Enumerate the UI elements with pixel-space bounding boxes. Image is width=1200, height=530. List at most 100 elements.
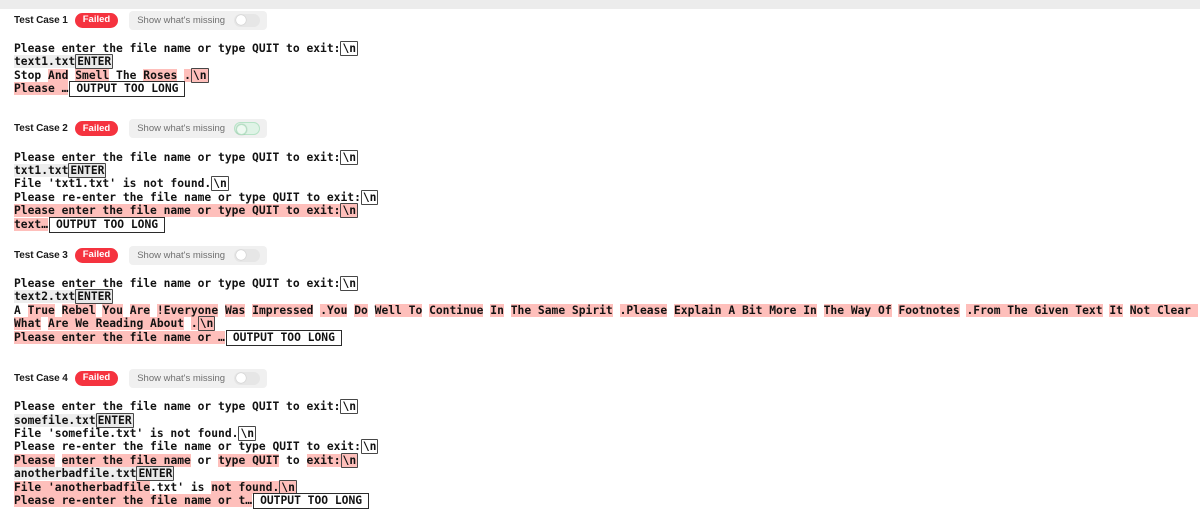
status-badge: Failed bbox=[74, 247, 119, 263]
missing-text-highlight: Please bbox=[14, 82, 62, 96]
missing-text-highlight: .Please bbox=[619, 303, 668, 317]
show-whats-missing-control[interactable]: Show what's missing bbox=[129, 119, 268, 139]
console-line: Please enter the file name or … OUTPUT TO… bbox=[14, 329, 1200, 346]
newline-token: \n bbox=[211, 176, 229, 192]
toggle-knob bbox=[235, 250, 246, 261]
enter-key-badge: ENTER bbox=[95, 412, 134, 428]
missing-text-highlight: In bbox=[490, 303, 504, 317]
missing-text-highlight: Smell bbox=[75, 68, 110, 82]
missing-text-highlight: . bbox=[190, 317, 198, 331]
show-whats-missing-toggle[interactable] bbox=[234, 122, 261, 136]
missing-text-highlight: Please re-enter the file name or t bbox=[14, 493, 246, 507]
console-text: or bbox=[190, 453, 219, 467]
test-case-title: Test Case 2 bbox=[14, 123, 68, 135]
enter-key-badge: ENTER bbox=[68, 163, 107, 179]
console-line: Please … OUTPUT TOO LONG bbox=[14, 81, 1200, 98]
missing-text-highlight: … bbox=[61, 82, 69, 96]
console-text: Please enter the file name or type QUIT … bbox=[14, 400, 341, 414]
test-case-block: Test Case 3 Failed Show what's missing Plea… bbox=[0, 244, 1200, 367]
missing-text-highlight: It bbox=[1109, 303, 1123, 317]
missing-text-highlight: File 'anotherbadfile bbox=[14, 480, 151, 494]
missing-text-highlight: … bbox=[218, 330, 225, 344]
test-case-list: Test Case 1 Failed Show what's missing Plea… bbox=[0, 9, 1200, 530]
missing-text-highlight: Roses bbox=[143, 68, 178, 82]
missing-text-highlight: enter the file name bbox=[61, 453, 191, 467]
show-whats-missing-label: Show what's missing bbox=[137, 123, 226, 135]
newline-token: \n bbox=[340, 149, 359, 165]
console-line: Please enter the file name or type QUIT … bbox=[14, 452, 1200, 468]
status-badge: Failed bbox=[74, 370, 119, 386]
missing-text-highlight: You bbox=[102, 303, 123, 317]
missing-text-highlight: Are We Reading About bbox=[48, 317, 185, 331]
top-band bbox=[0, 0, 1200, 9]
missing-text-highlight: exit: bbox=[306, 453, 341, 467]
user-input-echo: text2.txt bbox=[14, 290, 76, 304]
missing-text-highlight: Rebel bbox=[61, 303, 96, 317]
newline-token-missing: \n bbox=[340, 452, 359, 468]
missing-text-highlight: !Everyone bbox=[156, 303, 219, 317]
show-whats-missing-label: Show what's missing bbox=[137, 14, 226, 26]
show-whats-missing-control[interactable]: Show what's missing bbox=[129, 368, 268, 388]
missing-text-highlight: not found. bbox=[211, 480, 280, 494]
test-case-title: Test Case 1 bbox=[14, 14, 68, 26]
console-line: Please re-enter the file name or type QU… bbox=[14, 189, 1200, 205]
enter-key-badge: ENTER bbox=[75, 289, 114, 305]
missing-text-highlight: True bbox=[27, 303, 55, 317]
console-line: Please re-enter the file name or t… OUTPU… bbox=[14, 492, 1200, 509]
user-input-echo: anotherbadfile.txt bbox=[14, 467, 137, 481]
enter-key-badge: ENTER bbox=[75, 54, 114, 70]
show-whats-missing-control[interactable]: Show what's missing bbox=[129, 10, 268, 30]
toggle-knob bbox=[235, 15, 246, 25]
show-whats-missing-toggle[interactable] bbox=[234, 371, 261, 385]
newline-token: \n bbox=[340, 399, 359, 415]
console-line: text2.txt ENTER bbox=[14, 289, 1200, 305]
missing-text-highlight: text bbox=[14, 217, 42, 231]
newline-token-missing: \n bbox=[190, 67, 209, 83]
console-text: Please enter the file name or type QUIT … bbox=[14, 277, 341, 291]
console-text: Please re-enter the file name or type QU… bbox=[14, 440, 361, 454]
test-case-title: Test Case 4 bbox=[14, 372, 68, 384]
newline-token: \n bbox=[360, 189, 379, 205]
show-whats-missing-control[interactable]: Show what's missing bbox=[129, 245, 268, 265]
console-text: .txt' is bbox=[150, 480, 212, 494]
show-whats-missing-label: Show what's missing bbox=[137, 249, 226, 261]
case-spacer bbox=[0, 231, 1200, 244]
console-text: The bbox=[109, 68, 144, 82]
missing-text-highlight: Please bbox=[14, 453, 55, 467]
output-too-long-badge: OUTPUT TOO LONG bbox=[49, 216, 166, 233]
newline-token-missing: \n bbox=[197, 316, 216, 332]
console-line: somefile.txt ENTER bbox=[14, 412, 1200, 428]
missing-text-highlight: Are bbox=[129, 303, 151, 317]
missing-text-highlight: … bbox=[245, 493, 253, 507]
missing-text-highlight: And bbox=[48, 68, 69, 82]
console-text: A bbox=[14, 303, 28, 317]
test-case-header: Test Case 3 Failed Show what's missing bbox=[0, 244, 1200, 266]
console-line: Please enter the file name or type QUIT … bbox=[14, 399, 1200, 415]
show-whats-missing-toggle[interactable] bbox=[234, 13, 261, 27]
newline-token: \n bbox=[340, 276, 359, 292]
console-line: text1.txt ENTER bbox=[14, 54, 1200, 70]
console-output: Please enter the file name or type QUIT … bbox=[0, 31, 1200, 98]
test-case-header: Test Case 2 Failed Show what's missing bbox=[0, 118, 1200, 140]
show-whats-missing-toggle[interactable] bbox=[234, 248, 261, 262]
console-text: Please re-enter the file name or type QU… bbox=[14, 190, 361, 204]
missing-text-highlight: Continue bbox=[429, 303, 484, 317]
case-spacer bbox=[0, 96, 1200, 118]
test-case-header: Test Case 1 Failed Show what's missing bbox=[0, 9, 1200, 31]
console-line: A True Rebel You Are !Everyone Was Impre… bbox=[14, 303, 1200, 332]
test-case-block: Test Case 4 Failed Show what's missing Plea… bbox=[0, 367, 1200, 530]
newline-token: \n bbox=[238, 425, 257, 441]
output-too-long-badge: OUTPUT TOO LONG bbox=[69, 81, 186, 98]
missing-text-highlight: Was bbox=[224, 303, 246, 317]
missing-text-highlight: .From The Given Text bbox=[966, 303, 1103, 317]
console-line: text… OUTPUT TOO LONG bbox=[14, 216, 1200, 233]
